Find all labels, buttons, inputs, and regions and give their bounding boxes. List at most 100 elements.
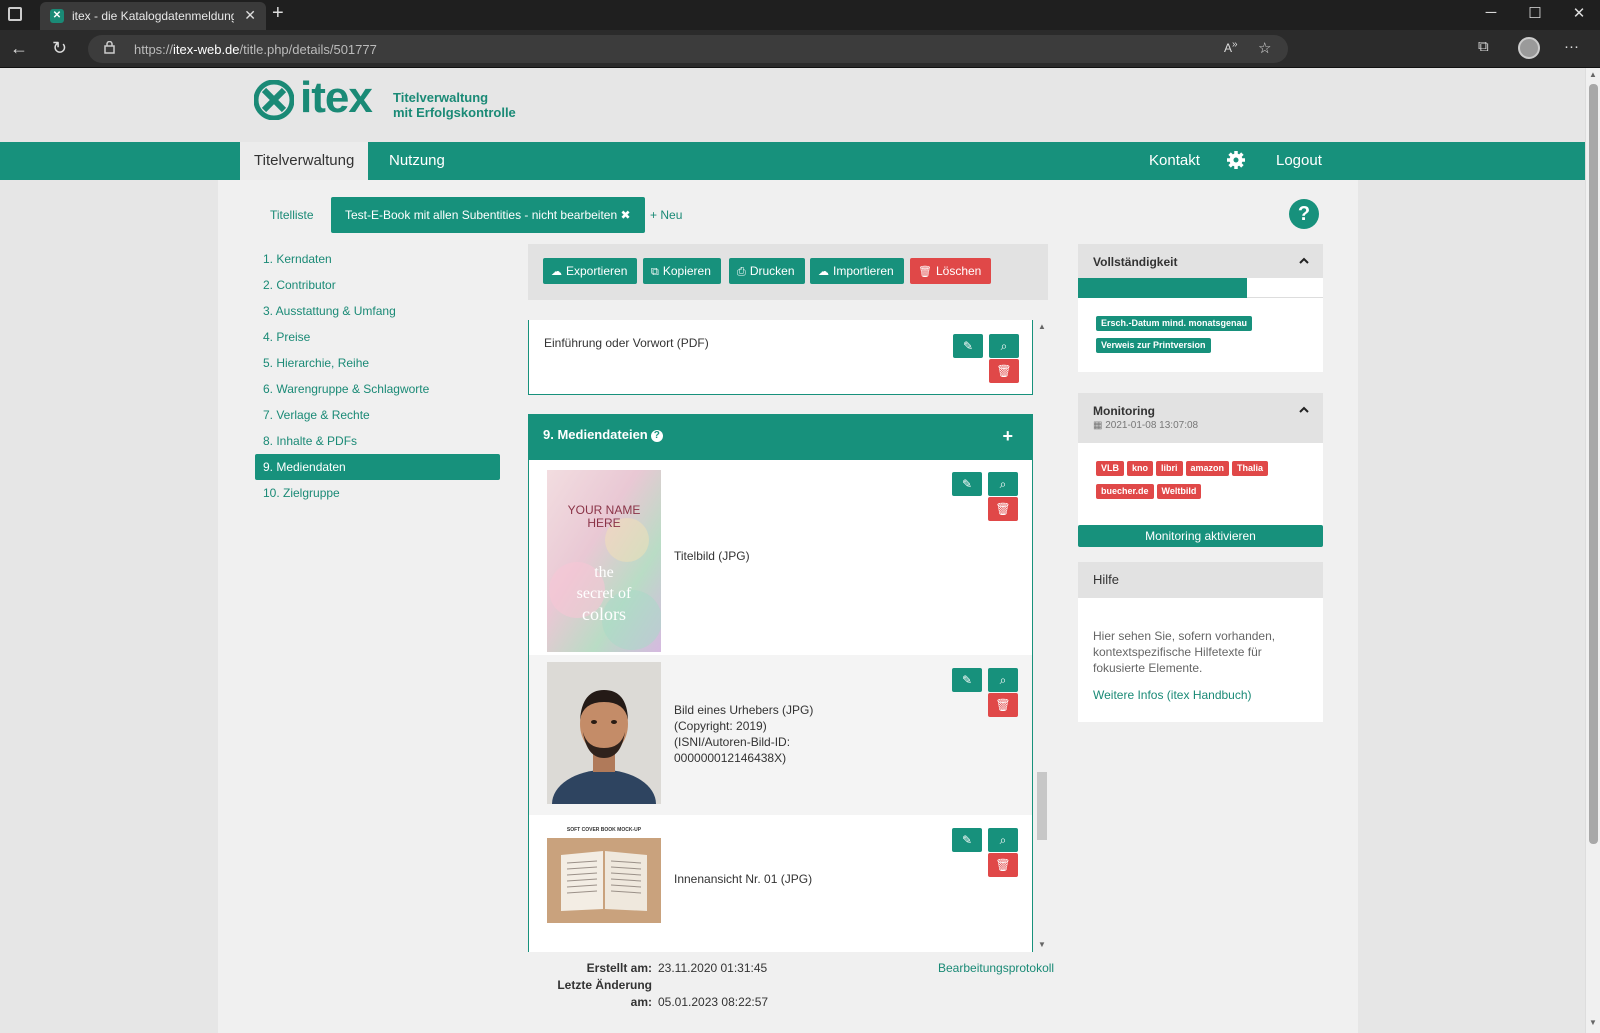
tab-current-title[interactable]: Test-E-Book mit allen Subentities - nich…: [331, 197, 645, 233]
window-scrollbar[interactable]: ▲ ▼: [1585, 68, 1600, 1033]
changed-label: Letzte Änderung am:: [557, 978, 652, 1009]
window-scroll-thumb[interactable]: [1589, 84, 1598, 844]
scroll-up-icon[interactable]: ▲: [1589, 70, 1597, 79]
menu-item-zielgruppe[interactable]: 10. Zielgruppe: [255, 480, 500, 506]
edit-log-link[interactable]: Bearbeitungsprotokoll: [938, 961, 1054, 975]
scroll-up-icon[interactable]: ▲: [1038, 322, 1046, 331]
cover-author-line1: YOUR NAME: [568, 503, 641, 517]
new-tab-icon[interactable]: +: [272, 2, 284, 25]
add-media-icon[interactable]: +: [1002, 426, 1013, 447]
minimize-icon[interactable]: ─: [1476, 4, 1506, 21]
url-field[interactable]: https://itex-web.de/title.php/details/50…: [88, 35, 1288, 63]
edit-pencil-icon[interactable]: ✎: [952, 472, 982, 496]
section-menu: 1. Kerndaten 2. Contributor 3. Ausstattu…: [255, 246, 500, 506]
delete-button[interactable]: 🗑 Löschen: [910, 258, 992, 284]
url-text: https://itex-web.de/title.php/details/50…: [134, 42, 377, 57]
shop-badge[interactable]: buecher.de: [1096, 484, 1154, 499]
more-options-icon[interactable]: ···: [1564, 38, 1579, 55]
cover-thumbnail[interactable]: YOUR NAME HERE the secret of colors: [547, 470, 661, 652]
completeness-title: Vollständigkeit: [1093, 255, 1178, 269]
delete-trash-icon[interactable]: 🗑: [989, 359, 1019, 383]
back-icon[interactable]: ←: [10, 38, 28, 59]
help-icon[interactable]: ?: [1289, 199, 1319, 229]
menu-item-warengruppe[interactable]: 6. Warengruppe & Schlagworte: [255, 376, 500, 402]
chevron-up-icon[interactable]: [1299, 256, 1309, 266]
tab-close-icon[interactable]: ✕: [244, 7, 256, 24]
export-button[interactable]: ☁ Exportieren: [543, 258, 638, 284]
tab-new[interactable]: + Neu: [650, 197, 682, 233]
tab-titelliste[interactable]: Titelliste: [270, 197, 314, 233]
edit-pencil-icon[interactable]: ✎: [952, 828, 982, 852]
tab-title: itex - die Katalogdatenmeldung: [72, 9, 234, 23]
completeness-header[interactable]: Vollständigkeit: [1078, 244, 1323, 278]
favorites-add-icon[interactable]: ☆: [1258, 39, 1271, 57]
browser-tab[interactable]: ✕ itex - die Katalogdatenmeldung ✕: [40, 2, 266, 30]
site-header: itex Titelverwaltung mit Erfolgskontroll…: [218, 68, 1358, 142]
sidebar-toggle-icon[interactable]: [8, 7, 22, 21]
menu-item-hierarchie[interactable]: 5. Hierarchie, Reihe: [255, 350, 500, 376]
author-photo-thumbnail[interactable]: [547, 662, 661, 804]
menu-item-inhalte[interactable]: 8. Inhalte & PDFs: [255, 428, 500, 454]
menu-item-contributor[interactable]: 2. Contributor: [255, 272, 500, 298]
shop-badge[interactable]: Thalia: [1232, 461, 1269, 476]
gear-icon[interactable]: [1226, 150, 1246, 170]
menu-item-kerndaten[interactable]: 1. Kerndaten: [255, 246, 500, 272]
menu-item-mediendaten[interactable]: 9. Mediendaten: [255, 454, 500, 480]
copy-icon: ⧉: [651, 266, 659, 278]
search-icon[interactable]: ⌕: [988, 472, 1018, 496]
delete-trash-icon[interactable]: 🗑: [988, 497, 1018, 521]
shop-badge[interactable]: libri: [1156, 461, 1183, 476]
edit-pencil-icon[interactable]: ✎: [953, 334, 983, 358]
scroll-down-icon[interactable]: ▼: [1589, 1018, 1597, 1027]
print-button[interactable]: ⎙ Drucken: [729, 258, 805, 284]
scroll-down-icon[interactable]: ▼: [1038, 940, 1046, 949]
print-icon: ⎙: [737, 266, 746, 278]
import-button[interactable]: ☁ Importieren: [810, 258, 904, 284]
delete-trash-icon[interactable]: 🗑: [988, 853, 1018, 877]
search-icon[interactable]: ⌕: [989, 334, 1019, 358]
inside-view-thumbnail[interactable]: SOFT COVER BOOK MOCK-UP: [547, 823, 661, 935]
search-icon[interactable]: ⌕: [988, 668, 1018, 692]
page-margin-left: [0, 68, 218, 1033]
media-label-urheber: Bild eines Urhebers (JPG) (Copyright: 20…: [674, 703, 814, 765]
record-metadata: Erstellt am: 23.11.2020 01:31:45 Letzte Ä…: [537, 960, 768, 1011]
nav-kontakt[interactable]: Kontakt: [1135, 142, 1214, 180]
delete-trash-icon[interactable]: 🗑: [988, 693, 1018, 717]
nav-logout[interactable]: Logout: [1262, 142, 1336, 180]
cloud-download-icon: ☁: [551, 266, 562, 278]
nav-nutzung[interactable]: Nutzung: [375, 142, 459, 180]
shop-badge[interactable]: Weltbild: [1156, 484, 1202, 499]
question-icon[interactable]: ?: [650, 430, 663, 442]
panel-scroll-thumb[interactable]: [1037, 772, 1047, 840]
help-title: Hilfe: [1093, 572, 1120, 587]
mockup-caption: SOFT COVER BOOK MOCK-UP: [567, 827, 642, 833]
activate-monitoring-button[interactable]: Monitoring aktivieren: [1078, 525, 1323, 547]
menu-item-verlage[interactable]: 7. Verlage & Rechte: [255, 402, 500, 428]
close-tab-icon[interactable]: ✖: [620, 208, 630, 222]
shop-badge[interactable]: amazon: [1185, 461, 1230, 476]
monitoring-header[interactable]: Monitoring ▦ 2021-01-08 13:07:08: [1078, 393, 1323, 443]
edit-pencil-icon[interactable]: ✎: [952, 668, 982, 692]
itex-logo-icon: [254, 80, 294, 120]
menu-item-ausstattung[interactable]: 3. Ausstattung & Umfang: [255, 298, 500, 324]
menu-item-preise[interactable]: 4. Preise: [255, 324, 500, 350]
missing-badge[interactable]: Ersch.-Datum mind. monatsgenau: [1096, 316, 1253, 331]
shop-badge[interactable]: VLB: [1096, 461, 1124, 476]
read-aloud-icon[interactable]: A»: [1224, 39, 1238, 55]
manual-link[interactable]: Weitere Infos (itex Handbuch): [1093, 688, 1252, 702]
created-value: 23.11.2020 01:31:45: [658, 961, 768, 975]
media-section-title: 9. Mediendateien?: [543, 427, 663, 442]
chevron-up-icon[interactable]: [1299, 405, 1309, 415]
maximize-icon[interactable]: ☐: [1520, 4, 1550, 22]
nav-titelverwaltung[interactable]: Titelverwaltung: [240, 142, 369, 180]
collections-icon[interactable]: ⧉: [1478, 38, 1489, 55]
search-icon[interactable]: ⌕: [988, 828, 1018, 852]
shop-badge[interactable]: kno: [1127, 461, 1154, 476]
media-row: Bild eines Urhebers (JPG) (Copyright: 20…: [529, 655, 1032, 815]
copy-button[interactable]: ⧉ Kopieren: [643, 258, 721, 284]
window-close-icon[interactable]: ✕: [1564, 4, 1594, 22]
profile-avatar[interactable]: [1518, 37, 1540, 59]
missing-badge[interactable]: Verweis zur Printversion: [1096, 338, 1211, 353]
panel-scrollbar[interactable]: ▲ ▼: [1036, 320, 1048, 952]
reload-icon[interactable]: ↻: [52, 38, 67, 59]
